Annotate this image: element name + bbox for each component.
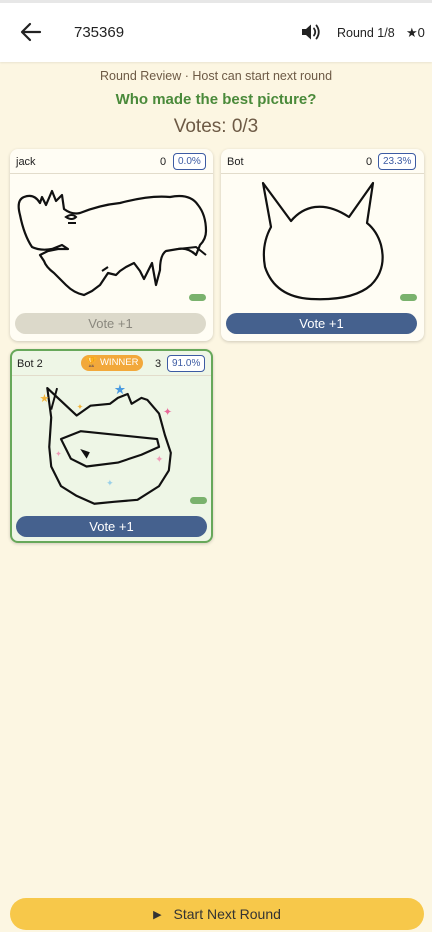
drawing-canvas xyxy=(261,181,384,301)
player-name: jack xyxy=(16,156,36,168)
vote-button-bot[interactable]: Vote +1 xyxy=(226,313,417,334)
trophy-icon: 🏆 xyxy=(85,357,98,368)
star-icon: ★ xyxy=(114,382,126,397)
percent-badge: 91.0% xyxy=(167,355,206,372)
drawing-card-jack: jack 0 0.0% Vote +1 xyxy=(10,149,213,341)
player-score: 3 xyxy=(155,358,162,370)
play-icon: ▶ xyxy=(153,909,162,921)
card-header: Bot 2 🏆 WINNER 3 91.0% xyxy=(12,351,211,376)
status-pill xyxy=(400,294,417,301)
percent-badge: 0.0% xyxy=(173,153,206,170)
status-pill xyxy=(190,497,207,504)
drawing-card-bot: Bot 0 23.3% Vote +1 xyxy=(221,149,424,341)
sparkle-icon: ✦ xyxy=(106,478,114,488)
back-arrow-icon xyxy=(20,22,42,42)
star-score: ★0 xyxy=(406,25,425,40)
sparkle-icon: ✦ xyxy=(77,403,84,412)
speaker-icon xyxy=(302,24,320,40)
sound-button[interactable] xyxy=(300,22,322,42)
sparkle-icon: ✦ xyxy=(163,407,172,419)
drawing-canvas: ★ ★ ✦ ✦ ✦ ✦ ✦ xyxy=(39,382,172,505)
vote-button-jack[interactable]: Vote +1 xyxy=(15,313,206,334)
player-score: 0 xyxy=(160,156,167,168)
winner-label: WINNER xyxy=(99,357,139,368)
card-header: jack 0 0.0% xyxy=(10,149,213,174)
back-button[interactable] xyxy=(18,20,44,44)
sparkle-icon: ✦ xyxy=(55,450,62,459)
vote-button-bot-2[interactable]: Vote +1 xyxy=(16,516,207,537)
star-icon: ★ xyxy=(39,393,49,405)
card-header: Bot 0 23.3% xyxy=(221,149,424,174)
round-review-subtitle: Round Review · Host can start next round xyxy=(99,69,333,83)
round-indicator: Round 1/8 xyxy=(337,26,395,40)
room-code: 735369 xyxy=(74,24,125,41)
drawing-card-bot-2: Bot 2 🏆 WINNER 3 91.0% ★ ★ ✦ ✦ ✦ ✦ ✦ Vot… xyxy=(10,349,213,543)
drawing-canvas xyxy=(17,189,208,297)
status-pill xyxy=(189,294,206,301)
start-next-round-button[interactable]: ▶ Start Next Round xyxy=(10,898,424,930)
votes-counter: Votes: 0/3 xyxy=(173,116,259,137)
vote-question: Who made the best picture? xyxy=(115,91,317,108)
percent-badge: 23.3% xyxy=(378,153,417,170)
player-name: Bot xyxy=(227,156,244,168)
start-next-round-label: Start Next Round xyxy=(173,906,281,922)
winner-badge: 🏆 WINNER xyxy=(81,355,143,371)
top-bar: 735369 Round 1/8 ★0 xyxy=(0,0,432,62)
player-name: Bot 2 xyxy=(17,358,43,370)
player-score: 0 xyxy=(366,156,373,168)
sparkle-icon: ✦ xyxy=(155,455,163,466)
